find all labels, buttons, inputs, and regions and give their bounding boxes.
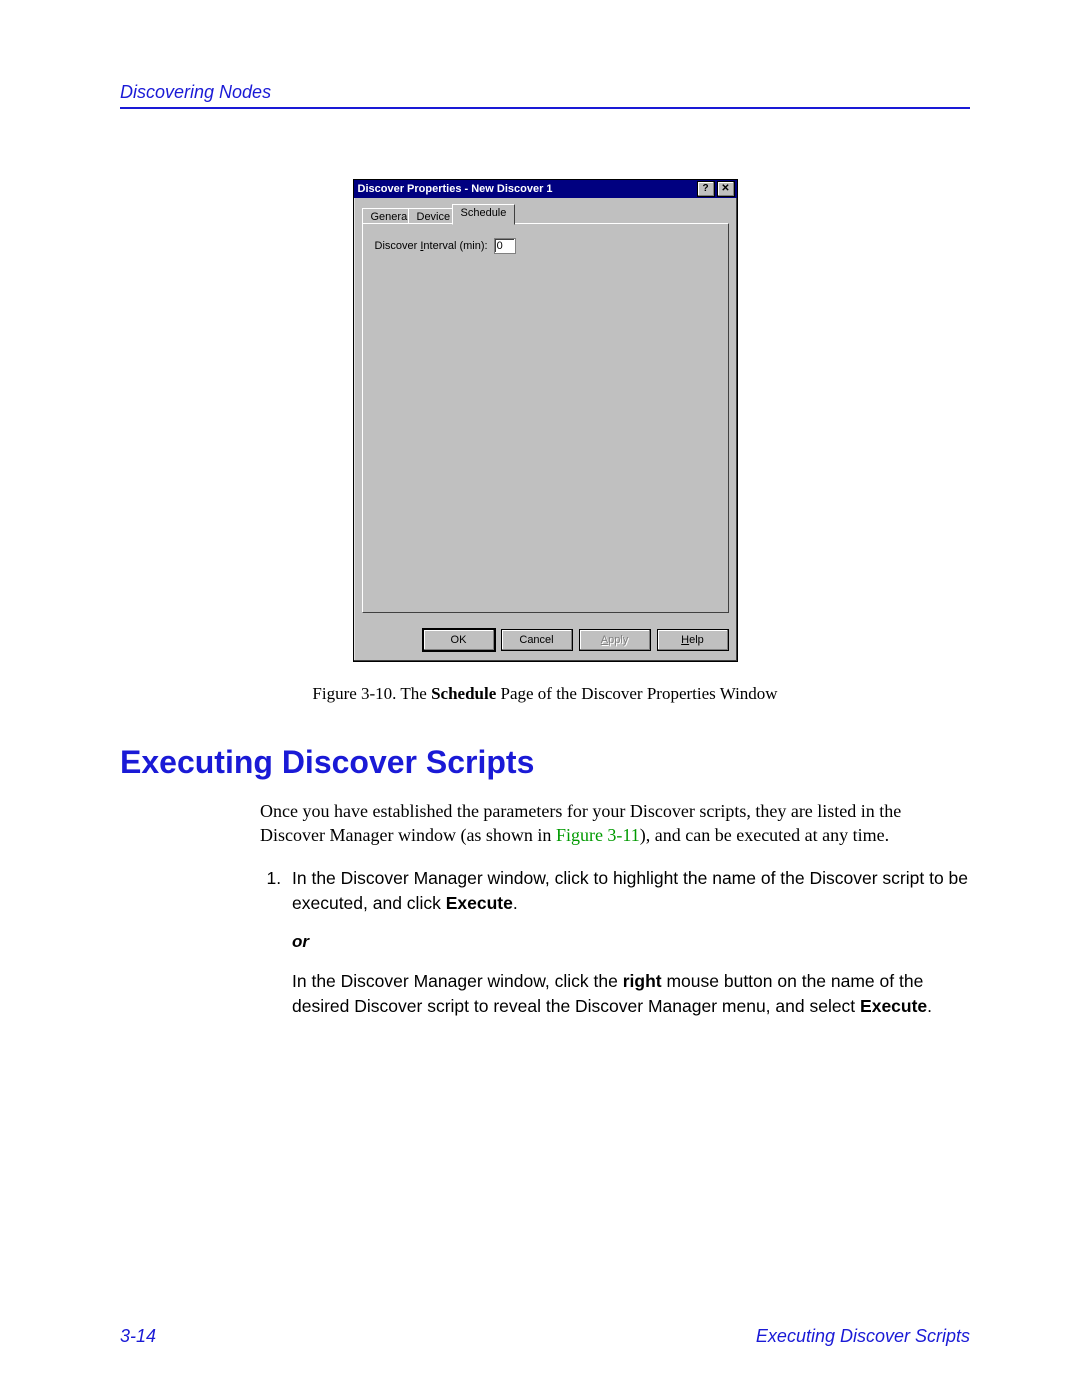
step-1-alt: In the Discover Manager window, click th… <box>292 969 970 1020</box>
cancel-button[interactable]: Cancel <box>501 629 573 651</box>
close-icon[interactable]: ✕ <box>717 181 735 197</box>
ok-button[interactable]: OK <box>423 629 495 651</box>
help-button[interactable]: Help <box>657 629 729 651</box>
figure-xref[interactable]: Figure 3-11 <box>556 825 640 845</box>
dialog-title: Discover Properties - New Discover 1 <box>358 183 695 195</box>
step-1: In the Discover Manager window, click to… <box>286 866 970 1020</box>
dialog-screenshot: Discover Properties - New Discover 1 ? ✕… <box>353 179 738 662</box>
apply-button[interactable]: Apply <box>579 629 651 651</box>
intro-paragraph: Once you have established the parameters… <box>260 799 970 848</box>
interval-label: Discover Interval (min): <box>375 240 488 252</box>
tab-strip: General Device Schedule <box>362 204 729 224</box>
section-heading: Executing Discover Scripts <box>120 744 970 781</box>
page-number: 3-14 <box>120 1326 156 1347</box>
figure-caption: Figure 3-10. The Schedule Page of the Di… <box>120 684 970 704</box>
running-header: Discovering Nodes <box>120 82 970 103</box>
dialog-titlebar: Discover Properties - New Discover 1 ? ✕ <box>354 180 737 198</box>
tab-panel-schedule: Discover Interval (min): <box>362 223 729 613</box>
help-icon[interactable]: ? <box>697 181 715 197</box>
step-list: In the Discover Manager window, click to… <box>260 866 970 1020</box>
or-separator: or <box>292 930 970 955</box>
footer-section-name: Executing Discover Scripts <box>756 1326 970 1347</box>
tab-schedule[interactable]: Schedule <box>452 204 516 225</box>
interval-input[interactable] <box>494 238 516 254</box>
header-rule <box>120 107 970 109</box>
